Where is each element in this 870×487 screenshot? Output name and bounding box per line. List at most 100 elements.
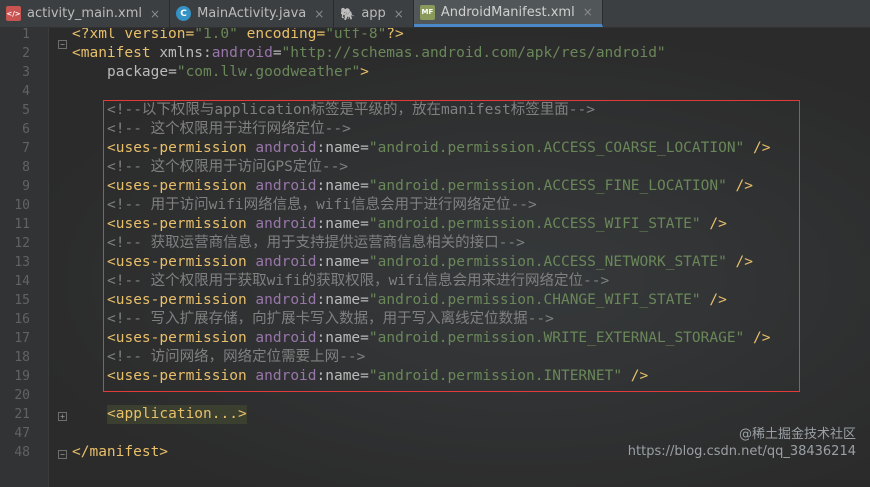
attribute-name: :name= [316,216,369,232]
tab-android-manifest-xml[interactable]: MF AndroidManifest.xml × [413,0,603,27]
namespace: android [255,292,317,308]
code-line: <manifest xmlns:android="http://schemas.… [72,44,666,63]
line-number: 8 [22,160,30,175]
line-number: 13 [14,255,30,270]
line-number: 48 [14,445,30,460]
xml-tag: /> [744,140,771,156]
xml-tag: /> [726,254,754,270]
string-literal: "android.permission.CHANGE_WIFI_STATE" [368,292,701,308]
line-number: 6 [22,122,30,137]
string-literal: "http://schemas.android.com/apk/res/andr… [281,45,666,61]
string-literal: "com.llw.goodweather" [176,64,361,80]
line-number: 5 [22,103,30,118]
tab-main-activity-java[interactable]: C MainActivity.java × [170,0,335,27]
attribute-name: = [272,45,282,61]
code-line: package="com.llw.goodweather"> [107,63,369,82]
code-editor[interactable]: 1 2 3 4 5 6 7 8 9 10 11 12 13 14 15 16 1… [0,28,870,487]
string-literal: "android.permission.INTERNET" [368,368,623,384]
code-comment: <!-- 用于访问wifi网络信息，wifi信息会用于进行网络定位--> [107,197,537,213]
tab-label: MainActivity.java [197,6,307,21]
tab-label: app [361,6,386,21]
attribute-name: :name= [316,368,369,384]
watermark-url: https://blog.csdn.net/qq_38436214 [627,444,856,459]
code-comment: <!-- 这个权限用于进行网络定位--> [107,121,351,137]
code-comment: <!--以下权限与application标签是平级的，放在manifest标签里… [107,102,595,118]
code-comment: <!-- 这个权限用于访问GPS定位--> [107,159,349,175]
string-literal: "android.permission.ACCESS_COARSE_LOCATI… [368,140,745,156]
close-icon[interactable]: × [150,7,160,21]
line-number: 18 [14,350,30,365]
xml-tag: <uses-permission [107,254,256,270]
line-number: 47 [14,426,30,441]
manifest-file-icon: MF [419,4,435,20]
attribute-name: :name= [316,140,369,156]
xml-tag: <uses-permission [107,178,256,194]
namespace: android [255,216,317,232]
code-line: <uses-permission android:name="android.p… [107,367,648,386]
editor-tab-bar: </> activity_main.xml × C MainActivity.j… [0,0,870,28]
namespace: android [255,330,317,346]
line-number: 2 [22,46,30,61]
code-line: </manifest> [72,444,169,460]
fold-expand-icon[interactable]: + [58,412,67,421]
attribute-name: xmlns: [159,45,212,61]
namespace: android [255,254,317,270]
xml-tag: > [360,64,369,80]
line-number: 4 [22,84,30,99]
code-line: <uses-permission android:name="android.p… [107,291,727,310]
code-line: <uses-permission android:name="android.p… [107,139,771,158]
tab-label: activity_main.xml [27,6,143,21]
tab-app-gradle[interactable]: 🐘 app × [334,0,414,27]
xml-tag: /> [700,216,727,232]
namespace: android [255,368,317,384]
watermark: @稀土掘金技术社区 https://blog.csdn.net/qq_38436… [628,426,856,460]
close-icon[interactable]: × [583,5,593,19]
xml-tag: <uses-permission [107,216,256,232]
string-literal: "1.0" [194,28,238,42]
code-line: <uses-permission android:name="android.p… [107,329,771,348]
code-line: <uses-permission android:name="android.p… [107,253,753,272]
line-number: 14 [14,274,30,289]
line-number: 20 [14,388,30,403]
xml-declaration: ?> [386,28,404,42]
code-line: <?xml version="1.0" encoding="utf-8"?> [72,28,404,44]
line-number: 10 [14,198,30,213]
attribute-name: package= [107,64,177,80]
fold-collapse-icon[interactable]: − [58,450,67,459]
namespace: android [211,45,273,61]
line-number: 12 [14,236,30,251]
attribute-name: :name= [316,330,369,346]
tab-label: AndroidManifest.xml [440,4,575,20]
xml-tag: <manifest [72,45,160,61]
java-class-icon: C [176,6,192,21]
string-literal: "utf-8" [325,28,387,42]
attribute-name: :name= [316,178,369,194]
code-comment: <!-- 写入扩展存储，向扩展卡写入数据，用于写入离线定位数据--> [107,311,554,327]
line-number: 1 [22,28,30,42]
folded-application-block[interactable]: <application...> [107,405,247,424]
xml-tag: /> [744,330,771,346]
namespace: android [255,178,317,194]
close-icon[interactable]: × [314,7,324,21]
line-number: 11 [14,217,30,232]
xml-tag: <uses-permission [107,368,256,384]
line-number: 9 [22,179,30,194]
line-number: 17 [14,331,30,346]
xml-tag: /> [700,292,727,308]
code-comment: <!-- 这个权限用于获取wifi的获取权限，wifi信息会用来进行网络定位--… [107,273,610,289]
attribute-name: :name= [316,292,369,308]
tab-activity-main-xml[interactable]: </> activity_main.xml × [0,0,171,27]
xml-tag: <uses-permission [107,330,256,346]
fold-collapse-icon[interactable]: − [58,40,67,49]
code-comment: <!-- 访问网络，网络定位需要上网--> [107,349,366,365]
xml-declaration: <?xml version= [72,28,195,42]
line-number: 3 [22,65,30,80]
xml-tag: /> [622,368,649,384]
code-comment: <!-- 获取运营商信息，用于支持提供运营商信息相关的接口--> [107,235,525,251]
code-line: <uses-permission android:name="android.p… [107,177,753,196]
close-icon[interactable]: × [394,7,404,21]
watermark-site: @稀土掘金技术社区 [738,427,856,442]
namespace: android [255,140,317,156]
xml-tag: <uses-permission [107,292,256,308]
xml-tag: <uses-permission [107,140,256,156]
